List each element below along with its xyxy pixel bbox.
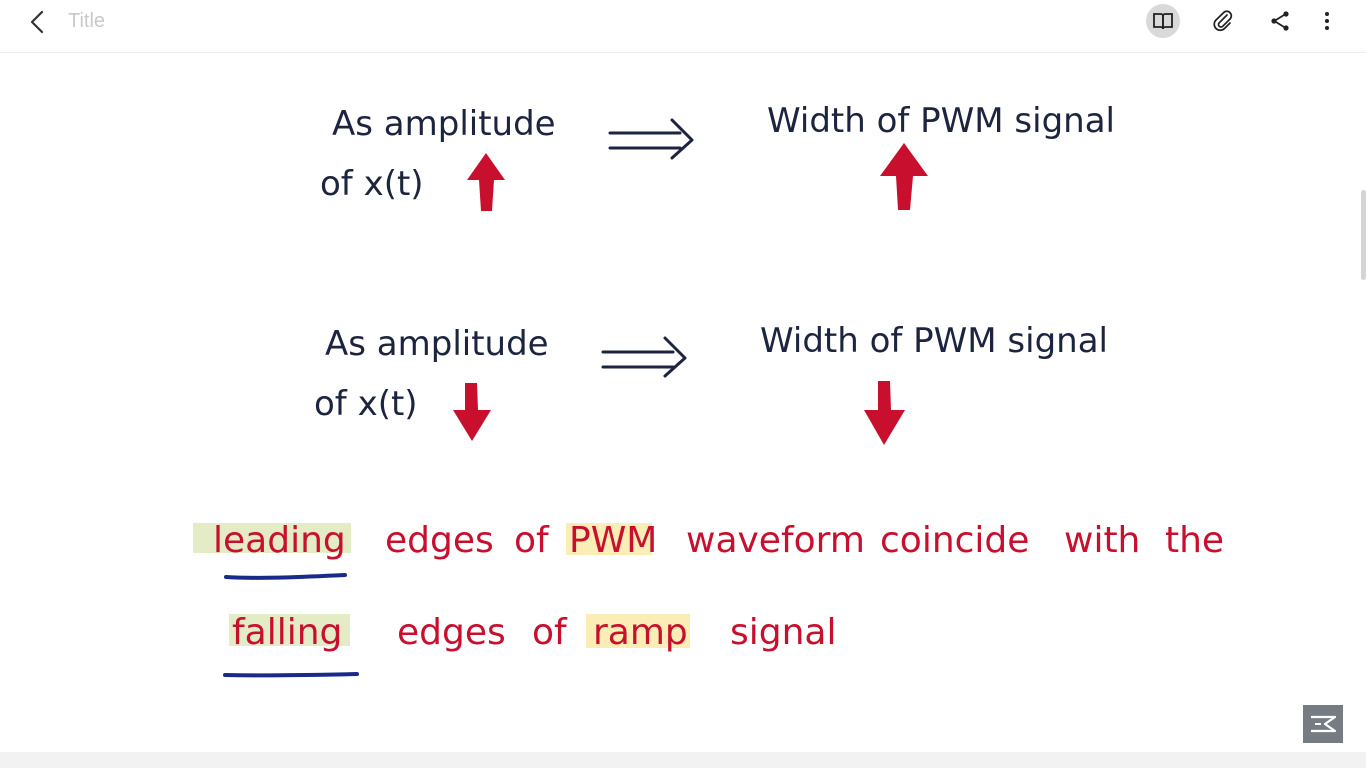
book-icon [1153, 13, 1173, 30]
channel-logo [1303, 705, 1343, 743]
block1-left-line2: of x(t) [320, 164, 424, 204]
more-vert-icon [1325, 12, 1329, 30]
implies-arrow-icon [608, 118, 694, 160]
paperclip-icon [1213, 10, 1233, 32]
underline-leading [224, 573, 347, 580]
word-falling: falling [232, 612, 342, 653]
word-pwm: PWM [569, 520, 657, 561]
more-options-button[interactable] [1310, 4, 1344, 38]
logo-icon [1311, 715, 1337, 733]
bottom-bar [0, 752, 1366, 768]
back-icon [30, 10, 44, 34]
reading-mode-button[interactable] [1146, 4, 1180, 38]
down-arrow-icon [864, 381, 905, 445]
word-of: of [514, 520, 550, 561]
note-title-field[interactable]: Title [68, 10, 105, 33]
word-signal: signal [730, 612, 837, 653]
block2-left-line2: of x(t) [314, 384, 418, 424]
top-toolbar: Title [0, 0, 1366, 53]
block2-left-line1: As amplitude [325, 324, 549, 364]
block1-left-line1: As amplitude [332, 104, 556, 144]
up-arrow-icon [467, 153, 505, 211]
attach-button[interactable] [1206, 4, 1240, 38]
word-edges: edges [385, 520, 494, 561]
share-icon [1271, 11, 1289, 31]
word-of: of [532, 612, 568, 653]
underline-falling [223, 672, 359, 678]
block2-right-line1: Width of PWM signal [760, 321, 1108, 361]
back-button[interactable] [22, 6, 54, 38]
block1-right-line1: Width of PWM signal [767, 101, 1115, 141]
word-ramp: ramp [593, 612, 688, 653]
word-the: the [1165, 520, 1224, 561]
implies-arrow-icon [601, 336, 687, 378]
share-button[interactable] [1263, 4, 1297, 38]
down-arrow-icon [453, 383, 491, 441]
word-leading: leading [213, 520, 346, 561]
up-arrow-icon [880, 143, 928, 210]
word-with: with [1064, 520, 1140, 561]
word-edges: edges [397, 612, 506, 653]
note-canvas[interactable]: As amplitude of x(t) Width of PWM signal… [0, 53, 1366, 751]
word-coincide: coincide [880, 520, 1029, 561]
word-waveform: waveform [686, 520, 865, 561]
